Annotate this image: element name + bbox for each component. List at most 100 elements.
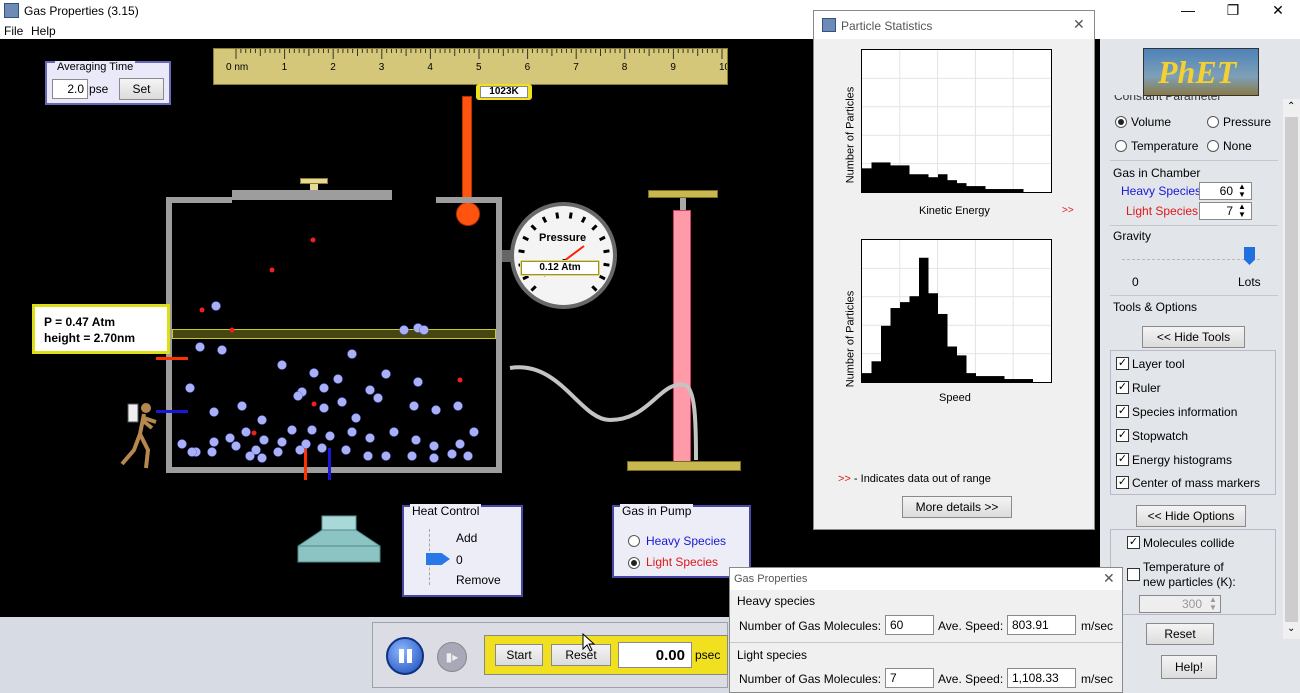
volume-radio[interactable] [1115,116,1127,128]
layer-pressure: P = 0.47 Atm [44,315,116,329]
averaging-time-legend: Averaging Time [55,61,136,73]
tool-checkbox-energy[interactable]: ✓ [1116,453,1129,466]
gauge-tick [555,212,560,219]
menu-help[interactable]: Help [31,24,56,38]
temp-new-checkbox[interactable] [1127,568,1140,581]
hist-bar [995,376,1005,382]
averaging-set-button[interactable]: Set [119,78,164,100]
particle-stats-close-icon[interactable]: ✕ [1073,16,1085,33]
speed-histogram [861,239,1052,383]
out-of-range-note-text: - Indicates data out of range [850,473,991,485]
maximize-icon[interactable]: ❐ [1211,0,1255,22]
close-icon[interactable]: ✕ [1256,0,1300,22]
panel-scrollbar[interactable]: ⌃ ⌄ [1283,99,1300,639]
tool-label-layer[interactable]: Layer tool [1132,357,1185,371]
stopwatch-time: 0.00 [618,642,692,668]
none-label[interactable]: None [1223,139,1252,153]
stopwatch-reset-button[interactable]: Reset [551,644,611,666]
chamber-lid[interactable] [232,190,392,200]
ruler-tick-label: 2 [330,62,336,73]
light-spinner-arrows-icon[interactable]: ▲ ▼ [1238,203,1246,219]
heavy-molecule [399,325,409,335]
ruler-tick-label: 7 [573,62,579,73]
more-details-button[interactable]: More details >> [902,496,1012,518]
tool-checkbox-com[interactable]: ✓ [1116,476,1129,489]
heavy-molecule [351,413,361,423]
heavy-molecule [453,401,463,411]
pump-light-radio[interactable] [628,557,640,569]
pump-heavy-radio[interactable] [628,535,640,547]
tool-label-species[interactable]: Species information [1132,405,1237,419]
gravity-slider-track[interactable] [1122,259,1260,263]
heavy-molecule [307,425,317,435]
pause-button[interactable] [386,637,424,675]
gas-properties-window: Gas Properties ✕ Heavy species Number of… [729,567,1123,693]
hide-options-button[interactable]: << Hide Options [1136,505,1246,527]
help-button[interactable]: Help! [1161,655,1217,679]
gauge-reading-box: 0.12 Atm [520,260,600,276]
pressure-gauge: Pressure 0.12 Atm [510,202,617,309]
heat-value-label: 0 [456,553,463,567]
panel-reset-button[interactable]: Reset [1146,623,1214,645]
tool-label-stopwatch[interactable]: Stopwatch [1132,429,1188,443]
heat-slider-thumb[interactable] [426,553,450,565]
scroll-thumb[interactable] [1285,117,1298,622]
layer-height: height = 2.70nm [44,331,136,345]
heavy-speed-unit: m/sec [1081,619,1114,633]
molecules-collide-checkbox[interactable]: ✓ [1127,536,1140,549]
heavy-molecule [413,377,423,387]
heavy-molecule [431,405,441,415]
pressure-label[interactable]: Pressure [1223,115,1271,129]
heavy-molecule [347,427,357,437]
ruler[interactable]: 0 nm 1 2 3 4 5 6 7 8 9 10 [213,48,728,85]
hide-tools-button[interactable]: << Hide Tools [1142,326,1245,348]
step-button[interactable]: ▮▸ [437,642,467,672]
tool-checkbox-species[interactable]: ✓ [1116,405,1129,418]
gravity-min-label: 0 [1132,275,1139,289]
gauge-face [518,212,610,292]
hist-bar [900,302,910,382]
heavy-molecule [469,427,479,437]
temperature-radio[interactable] [1115,140,1127,152]
chamber-light-label: Light Species [1126,204,1199,218]
hist-bar [909,296,919,382]
particle-stats-titlebar[interactable]: Particle Statistics ✕ [814,11,1094,39]
temp-spinner-arrows-icon[interactable]: ▲ ▼ [1209,596,1217,612]
minimize-icon[interactable]: — [1166,0,1210,22]
temp-new-label-1: Temperature of [1143,560,1224,574]
menu-bar: File Help [0,22,1300,39]
volume-label[interactable]: Volume [1131,115,1171,129]
pump-light-label[interactable]: Light Species [646,555,718,569]
gauge-tick [598,235,606,242]
tool-checkbox-layer[interactable]: ✓ [1116,357,1129,370]
molecules-layer [177,237,479,463]
menu-file[interactable]: File [4,24,23,38]
hist-bar [1004,379,1014,382]
none-radio[interactable] [1207,140,1219,152]
scroll-down-icon[interactable]: ⌄ [1287,623,1295,634]
gas-properties-titlebar[interactable]: Gas Properties ✕ [730,568,1122,590]
tool-label-com[interactable]: Center of mass markers [1132,476,1260,490]
gas-properties-close-icon[interactable]: ✕ [1103,570,1115,587]
tool-label-energy[interactable]: Energy histograms [1132,453,1232,467]
heavy-molecule [325,431,335,441]
scroll-up-icon[interactable]: ⌃ [1287,101,1295,112]
heavy-molecule [365,433,375,443]
tool-checkbox-stopwatch[interactable]: ✓ [1116,429,1129,442]
stopwatch-start-button[interactable]: Start [495,644,543,666]
pressure-radio[interactable] [1207,116,1219,128]
control-panel: PhET ⌃ ⌄ Constant Parameter Volume Press… [1100,39,1300,693]
averaging-time-input[interactable]: 2.0 [52,79,88,99]
heavy-spinner-arrows-icon[interactable]: ▲ ▼ [1238,183,1246,199]
tool-checkbox-ruler[interactable]: ✓ [1116,381,1129,394]
tool-label-ruler[interactable]: Ruler [1132,381,1161,395]
out-of-range-note: >> - Indicates data out of range [838,473,991,485]
heavy-molecule [241,427,251,437]
temperature-label[interactable]: Temperature [1131,139,1198,153]
pump-heavy-label[interactable]: Heavy Species [646,534,726,548]
heavy-molecule [333,374,343,384]
molecules-collide-label[interactable]: Molecules collide [1143,536,1234,550]
gauge-tick [591,285,598,292]
pump-handle[interactable] [648,190,718,198]
app-icon [4,3,19,18]
